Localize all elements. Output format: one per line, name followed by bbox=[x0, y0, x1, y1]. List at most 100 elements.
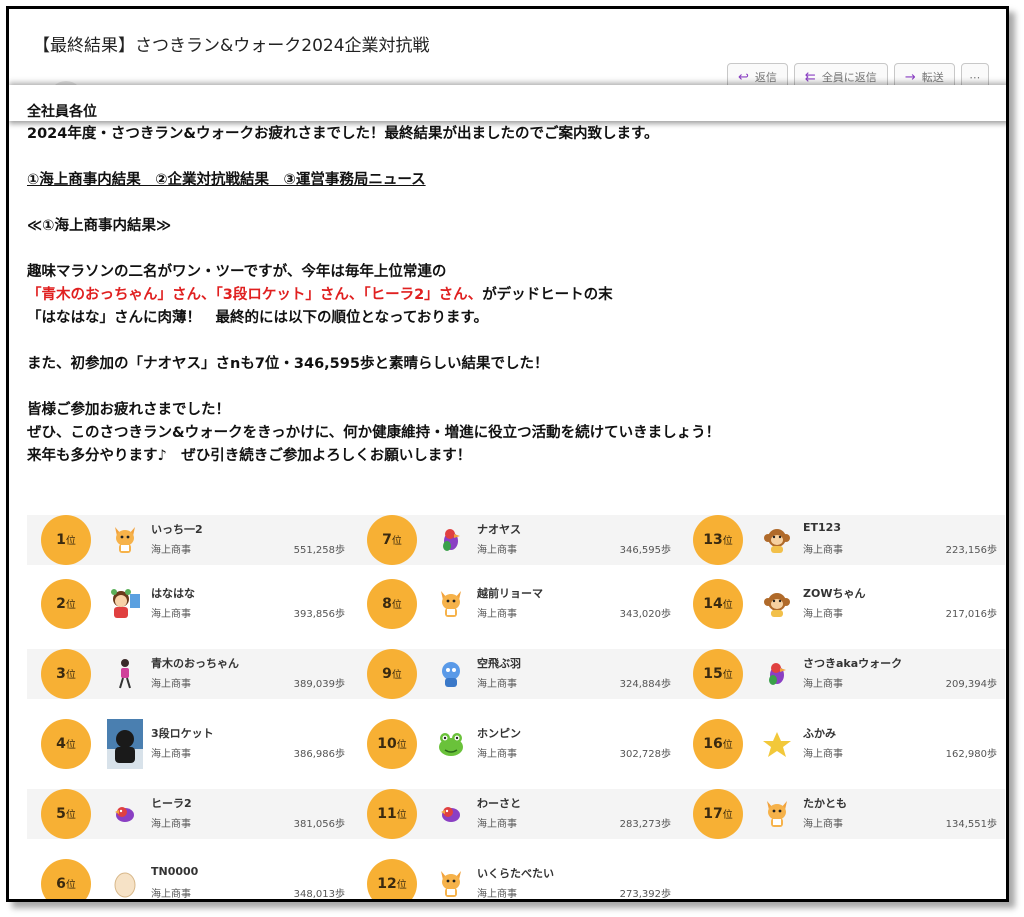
rank-suffix: 位 bbox=[396, 740, 407, 751]
reply-label: 返信 bbox=[754, 71, 777, 84]
rank-suffix: 位 bbox=[65, 670, 76, 681]
ranking-row[interactable]: 5 位 ヒーラ2 海上商事 381,056歩 bbox=[27, 789, 353, 839]
participant-steps: 217,016歩 bbox=[945, 609, 997, 620]
rank-number: 10 bbox=[377, 736, 397, 752]
runner-character-icon bbox=[107, 656, 143, 692]
rank-suffix: 位 bbox=[722, 810, 733, 821]
participant-name: ホンピン bbox=[477, 727, 521, 740]
ranking-row[interactable]: 10 位 ホンピン海上商事 302,728歩 bbox=[353, 719, 679, 769]
participant-steps: 348,013歩 bbox=[293, 889, 345, 900]
rank-number: 7 bbox=[382, 532, 392, 548]
rank-badge: 6位 bbox=[41, 859, 91, 899]
participant-steps: 381,056歩 bbox=[293, 819, 345, 830]
participant-company: 海上商事 bbox=[477, 819, 517, 830]
rank-badge: 12 位 bbox=[367, 859, 417, 899]
rank-number: 12 bbox=[377, 876, 397, 892]
participant-company: 海上商事 bbox=[151, 545, 191, 556]
rank-badge: 7位 bbox=[367, 515, 417, 565]
body-blank bbox=[27, 146, 987, 169]
rank-number: 14 bbox=[703, 596, 723, 612]
rank-number: 6 bbox=[56, 876, 66, 892]
girl-character-icon bbox=[107, 586, 143, 622]
rank-number: 9 bbox=[382, 666, 392, 682]
participant-company: 海上商事 bbox=[477, 679, 517, 690]
participant-steps: 389,039歩 bbox=[293, 679, 345, 690]
rank-suffix: 位 bbox=[391, 600, 402, 611]
ranking-row[interactable]: 14 位 ZOWちゃん 海上商事 217,016歩 bbox=[679, 579, 1005, 629]
body-blank bbox=[27, 238, 987, 261]
participant-company: 海上商事 bbox=[803, 545, 843, 556]
ranking-row[interactable]: 9 位 空飛ぶ羽 海上商事 324,884歩 bbox=[353, 649, 679, 699]
participant-name: ふかみ bbox=[803, 727, 836, 740]
participant-name: ヒーラ2 bbox=[151, 797, 192, 810]
participant-name: いくらたべたい bbox=[477, 867, 554, 880]
participant-company: 海上商事 bbox=[477, 545, 517, 556]
rank-suffix: 位 bbox=[391, 536, 402, 547]
participant-steps: 302,728歩 bbox=[619, 749, 671, 760]
ranking-row[interactable]: 7 位 ナオヤス 海上商事 346,595歩 bbox=[353, 515, 679, 565]
ranking-row[interactable]: 4 位 3段ロケット 海上商事 386,986歩 bbox=[27, 719, 353, 769]
rank-suffix: 位 bbox=[396, 880, 407, 891]
rank-suffix: 位 bbox=[65, 880, 76, 891]
rank-suffix: 位 bbox=[396, 810, 407, 821]
ranking-row[interactable]: 17 位 たかとも 海上商事 134,551歩 bbox=[679, 789, 1005, 839]
rank-number: 2 bbox=[56, 596, 66, 612]
body-section-heading: ≪①海上商事内結果≫ bbox=[27, 218, 172, 234]
body-blank bbox=[27, 330, 987, 353]
ranking-row[interactable]: 2 位 はなはな 海上商事 393,856歩 bbox=[27, 579, 353, 629]
parrot-character-icon bbox=[759, 656, 795, 692]
participant-steps: 162,980歩 bbox=[945, 749, 997, 760]
email-window: 【最終結果】さつきラン&ウォーク2024企業対抗戦 ↩ 返信 ⇇ 全員に返信 → 転送… bbox=[6, 6, 1009, 902]
rank-badge: 5位 bbox=[41, 789, 91, 839]
participant-name: さつきakaウォーク bbox=[803, 657, 903, 670]
ranking-row[interactable]: 11 位 わーさと 海上商事 283,273歩 bbox=[353, 789, 679, 839]
forward-icon: → bbox=[904, 69, 916, 85]
participant-steps: 283,273歩 bbox=[619, 819, 671, 830]
egg-icon bbox=[107, 866, 143, 899]
ranking-row[interactable]: 16 位 ふかみ 海上商事 162,980歩 bbox=[679, 719, 1005, 769]
more-icon: ⋯ bbox=[969, 70, 981, 84]
rank-badge: 15 位 bbox=[693, 649, 743, 699]
participant-steps: 209,394歩 bbox=[945, 679, 997, 690]
rank-number: 5 bbox=[56, 806, 66, 822]
rank-suffix: 位 bbox=[722, 740, 733, 751]
ranking-row[interactable]: 15 位 さつきakaウォーク 海上商事 209,394歩 bbox=[679, 649, 1005, 699]
participant-company: 海上商事 bbox=[477, 749, 517, 760]
rank-suffix: 位 bbox=[65, 536, 76, 547]
fox-character-icon bbox=[759, 796, 795, 832]
reply-all-icon: ⇇ bbox=[804, 69, 816, 85]
email-subject: 【最終結果】さつきラン&ウォーク2024企業対抗戦 bbox=[33, 36, 430, 56]
body-line: 「はなはな」さんに肉薄！ 最終的には以下の順位となっております。 bbox=[27, 310, 488, 326]
body-line-tail: がデッドヒートの末 bbox=[482, 287, 613, 303]
participant-company: 海上商事 bbox=[151, 679, 191, 690]
rank-badge: 8位 bbox=[367, 579, 417, 629]
ranking-row[interactable]: 1 位 いっち一2 海上商事 551,258歩 bbox=[27, 515, 353, 565]
ranking-row[interactable]: 3 位 青木のおっちゃん 海上商事 389,039歩 bbox=[27, 649, 353, 699]
body-line: 皆様ご参加お疲れさまでした！ bbox=[27, 402, 230, 418]
body-red-line: 「青木のおっちゃん」さん、「3段ロケット」さん、「ヒーラ2」さん、がデッドヒート… bbox=[27, 284, 987, 307]
participant-name: 越前リョーマ bbox=[477, 587, 543, 600]
participant-company: 海上商事 bbox=[477, 889, 517, 900]
body-blank bbox=[27, 376, 987, 399]
ranking-row[interactable]: 13 位 ET123 海上商事 223,156歩 bbox=[679, 515, 1005, 565]
participant-company: 海上商事 bbox=[151, 819, 191, 830]
participant-steps: 223,156歩 bbox=[945, 545, 997, 556]
ranking-row[interactable]: 12 位 いくらたべたい 海上商事 273,392歩 bbox=[353, 859, 679, 900]
participant-steps: 273,392歩 bbox=[619, 889, 671, 900]
bird-character-icon bbox=[107, 796, 143, 832]
body-toc-line: ①海上商事内結果 ②企業対抗戦結果 ③運営事務局ニュース bbox=[27, 172, 426, 188]
rank-suffix: 位 bbox=[65, 740, 76, 751]
fox-character-icon bbox=[433, 586, 469, 622]
participant-company: 海上商事 bbox=[477, 609, 517, 620]
body-blank bbox=[27, 192, 987, 215]
rank-badge: 11 位 bbox=[367, 789, 417, 839]
rank-badge: 10 位 bbox=[367, 719, 417, 769]
ranking-row[interactable]: 6 位 TN0000 海上商事 348,013歩 bbox=[27, 859, 353, 900]
monkey-character-icon bbox=[759, 522, 795, 558]
recipient-banner: 全社員各位 bbox=[9, 85, 1006, 121]
ranking-row[interactable]: 8 位 越前リョーマ 海上商事 343,020歩 bbox=[353, 579, 679, 629]
rank-badge: 14 位 bbox=[693, 579, 743, 629]
body-line: 趣味マラソンの二名がワン・ツーですが、今年は毎年上位常連の bbox=[27, 264, 447, 280]
body-line: ぜひ、このさつきラン&ウォークをきっかけに、何か健康維持・増進に役立つ活動を続け… bbox=[27, 425, 721, 441]
rank-number: 16 bbox=[703, 736, 723, 752]
